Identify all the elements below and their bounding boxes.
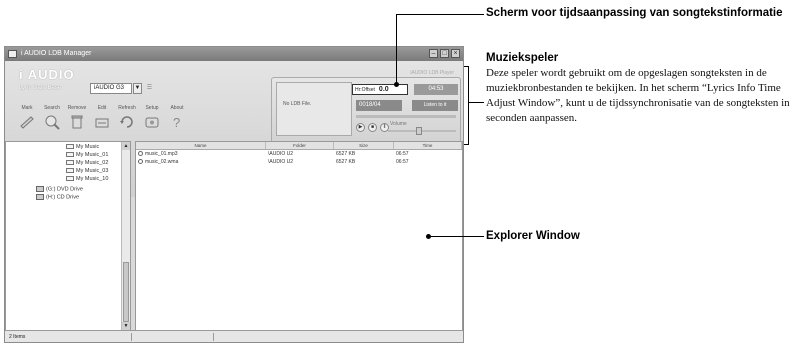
file-row[interactable]: music_01.mp3 \AUDIO U2 6527 KB 06:57 — [136, 150, 462, 158]
stop-button[interactable]: ■ — [368, 123, 377, 132]
column-size[interactable]: Size — [334, 142, 394, 149]
file-row[interactable]: music_02.wma \AUDIO U2 6527 KB 06:57 — [136, 158, 462, 166]
callout-dot-explorer — [426, 234, 431, 239]
tree-item[interactable]: (H:) CD Drive — [36, 194, 79, 200]
svg-text:?: ? — [173, 115, 180, 130]
column-time[interactable]: Time — [394, 142, 462, 149]
lyrics-display: No LDB File. — [276, 82, 352, 136]
remove-icon — [71, 115, 83, 129]
tree-scrollbar[interactable]: ▲ ▼ — [121, 142, 130, 330]
music-player: iAUDIO LDB Player No LDB File. Hr:Offset… — [271, 70, 461, 147]
player-caption-body: Deze speler wordt gebruikt om de opgesla… — [486, 67, 790, 124]
device-list-icon[interactable]: ☰ — [145, 83, 154, 94]
refresh-icon — [120, 116, 133, 128]
folder-icon — [66, 168, 74, 174]
time-adjust-field[interactable]: Hr:Offset 0.0 — [352, 84, 408, 95]
player-title: iAUDIO LDB Player — [410, 70, 454, 76]
callout-line-time-adjust-h — [396, 14, 484, 15]
listen-button[interactable]: Listen to it — [412, 100, 458, 111]
tree-item[interactable]: My Music — [66, 144, 99, 150]
play-button[interactable]: ▶ — [356, 123, 365, 132]
music-file-icon — [138, 159, 143, 165]
tree-item[interactable]: My Music_03 — [66, 168, 108, 174]
tree-item[interactable]: My Music_01 — [66, 152, 108, 158]
toolbar-edit-button[interactable]: Edit — [88, 105, 116, 137]
explorer-caption: Explorer Window — [486, 230, 580, 242]
app-subtitle: Lyric Data Base — [19, 85, 62, 91]
time-adjust-value[interactable]: 0.0 — [379, 86, 389, 93]
lcd-text: No LDB File. — [283, 101, 312, 107]
column-folder[interactable]: Folder — [266, 142, 334, 149]
tree-item[interactable]: (G:) DVD Drive — [36, 186, 83, 192]
volume-knob[interactable] — [416, 127, 422, 135]
tree-item[interactable]: My Music_10 — [66, 176, 108, 182]
folder-icon — [66, 152, 74, 158]
player-caption-title: Muziekspeler — [486, 52, 559, 64]
cd-drive-icon — [36, 194, 44, 200]
callout-line-player — [468, 102, 484, 103]
device-select[interactable]: iAUDIO G3 — [90, 83, 132, 94]
status-text: 2 Items — [9, 334, 26, 340]
clock-display: 04:53 — [414, 84, 458, 95]
ldb-manager-window: i AUDIO LDB Manager – □ × i AUDIO Lyric … — [4, 46, 464, 343]
volume-slider[interactable] — [388, 130, 456, 132]
folder-tree: My Music My Music_01 My Music_02 My Musi… — [5, 141, 131, 331]
mark-icon — [20, 116, 34, 129]
toolbar-about-button[interactable]: About ? — [163, 105, 191, 137]
volume-label: Volume — [390, 121, 407, 127]
time-adjust-caption: Scherm voor tijdsaanpassing van songteks… — [486, 7, 783, 19]
music-file-icon — [138, 151, 143, 157]
scroll-thumb[interactable] — [123, 262, 129, 322]
app-logo: i AUDIO — [19, 67, 75, 82]
about-icon: ? — [173, 115, 180, 130]
folder-icon — [66, 160, 74, 166]
edit-icon — [95, 118, 109, 128]
close-button[interactable]: × — [451, 49, 460, 58]
app-icon — [8, 50, 17, 58]
toolbar-mark-button[interactable]: Mark — [13, 105, 41, 137]
progress-bar[interactable] — [356, 115, 456, 118]
toolbar-refresh-button[interactable]: Refresh — [113, 105, 141, 137]
explorer-window: Name Folder Size Time music_01.mp3 \AUDI… — [135, 141, 463, 331]
callout-line-explorer — [428, 236, 484, 237]
dvd-drive-icon — [36, 186, 44, 192]
toolbar-remove-button[interactable]: Remove — [63, 105, 91, 137]
tree-item[interactable]: My Music_02 — [66, 160, 108, 166]
window-title: i AUDIO LDB Manager — [21, 50, 92, 57]
setup-icon — [145, 117, 159, 128]
explorer-header: Name Folder Size Time — [136, 142, 462, 150]
track-display: 0018/04 — [356, 100, 402, 111]
search-icon — [45, 115, 60, 130]
chevron-down-icon[interactable]: ▼ — [133, 83, 142, 94]
folder-icon — [66, 176, 74, 182]
scroll-down-icon[interactable]: ▼ — [122, 322, 130, 330]
callout-bracket-player — [468, 66, 469, 144]
maximize-button[interactable]: □ — [440, 49, 449, 58]
toolbar-setup-button[interactable]: Setup — [138, 105, 166, 137]
scroll-up-icon[interactable]: ▲ — [122, 142, 130, 150]
minimize-button[interactable]: – — [429, 49, 438, 58]
folder-icon — [66, 144, 74, 150]
callout-dot-time-adjust — [394, 82, 399, 87]
column-name[interactable]: Name — [136, 142, 266, 149]
callout-line-time-adjust — [396, 14, 397, 84]
title-bar: i AUDIO LDB Manager – □ × — [5, 47, 463, 61]
callout-bracket-bottom — [464, 144, 469, 145]
callout-bracket-top — [464, 66, 469, 67]
status-bar: 2 Items — [5, 330, 463, 342]
toolbar-search-button[interactable]: Search — [38, 105, 66, 137]
